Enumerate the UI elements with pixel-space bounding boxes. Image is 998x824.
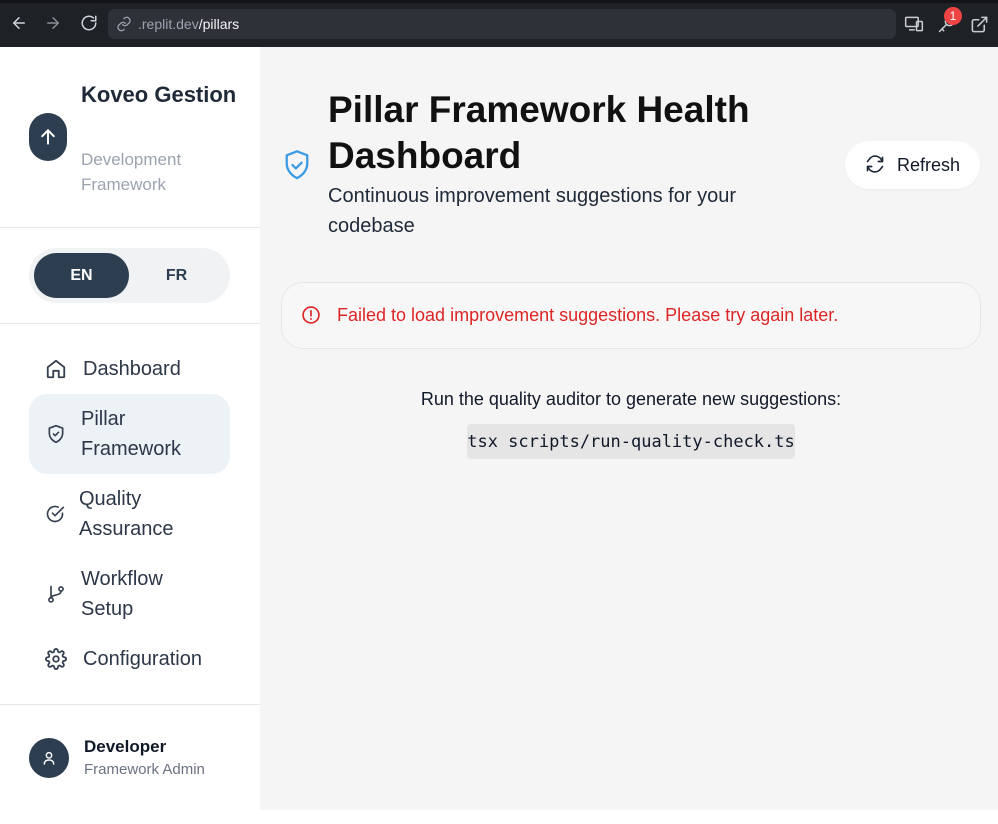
user-name: Developer (84, 737, 167, 756)
user-role: Framework Admin (84, 761, 205, 778)
brand-logo (29, 113, 67, 161)
address-bar[interactable]: .replit.dev/pillars (108, 9, 896, 39)
page-subtitle: Continuous improvement suggestions for y… (328, 185, 736, 237)
language-fr-button[interactable]: FR (129, 253, 224, 298)
error-message: Failed to load improvement suggestions. … (337, 305, 839, 325)
url-path: /pillars (198, 16, 240, 32)
sidebar: Koveo Gestion Development Framework EN F… (0, 47, 260, 810)
sidebar-item-configuration[interactable]: Configuration (29, 639, 230, 679)
open-external-icon[interactable] (968, 13, 990, 35)
page-title: Pillar Framework Health Dashboard (328, 89, 750, 176)
reload-icon[interactable] (78, 12, 100, 34)
sidebar-item-dashboard[interactable]: Dashboard (29, 349, 230, 389)
divider (0, 227, 260, 228)
circle-check-icon (44, 503, 66, 525)
browser-toolbar: .replit.dev/pillars 1 (0, 0, 998, 47)
divider (0, 323, 260, 324)
forward-icon[interactable] (42, 12, 64, 34)
notification-badge: 1 (944, 7, 962, 25)
sidebar-item-label: Configuration (83, 648, 202, 670)
home-icon (45, 358, 67, 380)
alert-circle-icon (301, 305, 323, 327)
sidebar-item-label: Quality Assurance (79, 488, 174, 540)
gear-icon (45, 648, 67, 670)
back-icon[interactable] (8, 12, 30, 34)
shield-check-icon (283, 149, 311, 181)
error-alert: Failed to load improvement suggestions. … (281, 282, 981, 349)
sidebar-item-label: Pillar Framework (81, 408, 182, 460)
devices-icon[interactable] (903, 13, 925, 35)
divider (0, 704, 260, 705)
language-toggle: EN FR (29, 248, 230, 303)
sidebar-item-workflow-setup[interactable]: Workflow Setup (29, 564, 230, 624)
command-code: tsx scripts/run-quality-check.ts (467, 424, 795, 459)
shield-check-icon (45, 423, 67, 445)
hint-text: Run the quality auditor to generate new … (420, 389, 842, 409)
sidebar-item-pillar-framework[interactable]: Pillar Framework (29, 394, 230, 474)
sidebar-item-quality-assurance[interactable]: Quality Assurance (29, 484, 230, 544)
refresh-label: Refresh (896, 154, 961, 175)
brand-subtitle: Development Framework (81, 150, 182, 194)
git-branch-icon (45, 583, 67, 605)
refresh-icon (865, 154, 887, 176)
page-bottom (0, 810, 998, 824)
user-icon (43, 751, 55, 765)
sidebar-item-label: Workflow Setup (81, 568, 163, 620)
link-icon (116, 16, 132, 32)
avatar[interactable] (29, 738, 69, 778)
sidebar-item-label: Dashboard (83, 358, 181, 380)
refresh-button[interactable]: Refresh (845, 141, 980, 189)
arrow-up-icon (41, 129, 55, 145)
language-en-button[interactable]: EN (34, 253, 129, 298)
main-content: Pillar Framework Health Dashboard Contin… (260, 47, 998, 810)
url-host: .replit.dev (138, 16, 199, 32)
tab-strip (0, 0, 998, 3)
brand-title: Koveo Gestion (81, 82, 237, 107)
